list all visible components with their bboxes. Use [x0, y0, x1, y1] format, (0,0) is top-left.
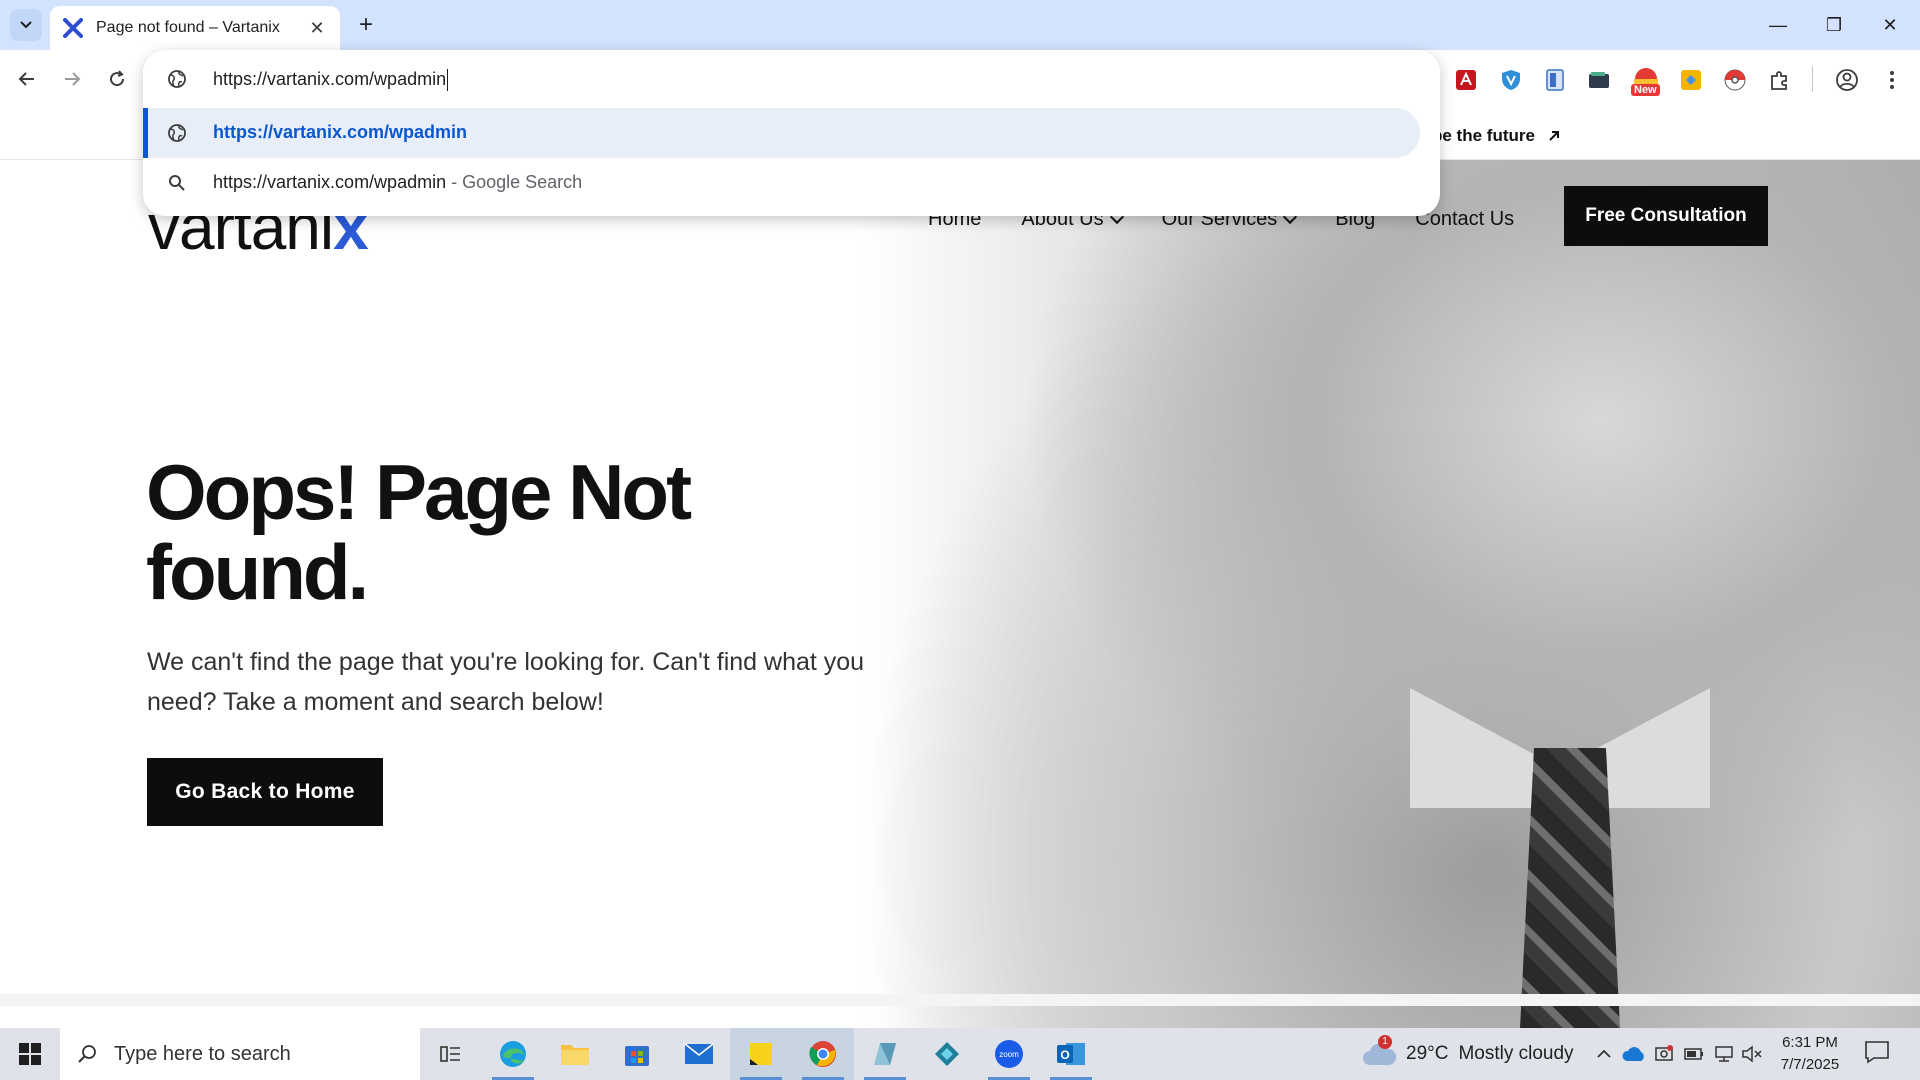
svg-text:O: O: [1060, 1048, 1069, 1062]
globe-icon: [168, 70, 186, 88]
sticky-notes-icon: [750, 1043, 772, 1065]
tab-search-button[interactable]: [10, 9, 42, 41]
vartanix-x-icon: [62, 17, 84, 39]
forward-button[interactable]: [55, 62, 89, 96]
wallet-icon[interactable]: [1585, 66, 1613, 94]
weather-badge: 1: [1378, 1035, 1392, 1049]
close-window-button[interactable]: ✕: [1870, 8, 1910, 42]
suggestion-item[interactable]: https://vartanix.com/wpadmin - Google Se…: [143, 158, 1420, 208]
search-icon: [78, 1045, 96, 1063]
omnibox-dropdown: https://vartanix.com/wpadmin https://var…: [143, 50, 1440, 216]
outlook-icon: O: [1057, 1043, 1085, 1065]
taskbar-sticky-notes[interactable]: [730, 1028, 792, 1080]
suggestion-url: https://vartanix.com/wpadmin: [213, 122, 468, 142]
taskbar: Type here to search zoom O 1 29°C Mostly…: [0, 1028, 1920, 1080]
hero-image: [860, 160, 1920, 1028]
document-icon[interactable]: [1541, 66, 1569, 94]
arrow-up-right-icon: [1549, 131, 1559, 141]
toolbar-divider: [1812, 66, 1813, 92]
suggestion-search-text: https://vartanix.com/wpadmin - Google Se…: [213, 172, 582, 193]
address-bar[interactable]: https://vartanix.com/wpadmin: [143, 50, 1440, 108]
address-input[interactable]: https://vartanix.com/wpadmin: [213, 69, 449, 92]
chrome-icon: [809, 1041, 836, 1067]
taskbar-file-explorer[interactable]: [544, 1028, 606, 1080]
chevron-up-icon[interactable]: [1592, 1042, 1616, 1066]
forward-arrow-icon: [65, 72, 81, 86]
go-back-home-button[interactable]: Go Back to Home: [147, 758, 383, 826]
cloud-icon: 1: [1362, 1035, 1397, 1067]
web-page: be the future vartanix Home About Us Our…: [0, 108, 1920, 1028]
new-badge-icon[interactable]: New: [1630, 66, 1662, 96]
close-tab-icon[interactable]: ✕: [306, 17, 328, 39]
network-icon[interactable]: [1712, 1042, 1736, 1066]
suggestion-item[interactable]: https://vartanix.com/wpadmin: [143, 108, 1420, 158]
suggestion-suffix: - Google Search: [446, 172, 583, 192]
weather-condition: Mostly cloudy: [1458, 1043, 1574, 1064]
restore-button[interactable]: ❐: [1814, 8, 1854, 42]
new-badge-label: New: [1631, 84, 1660, 96]
free-consultation-button[interactable]: Free Consultation: [1564, 186, 1768, 246]
clock-time: 6:31 PM: [1782, 1034, 1838, 1051]
volume-muted-icon[interactable]: [1740, 1042, 1764, 1066]
task-view-icon: [440, 1046, 460, 1062]
back-arrow-icon: [18, 72, 34, 86]
taskbar-app-diamond[interactable]: [916, 1028, 978, 1080]
page-footer-strip: [0, 994, 1920, 1006]
taskbar-zoom[interactable]: zoom: [978, 1028, 1040, 1080]
address-value: https://vartanix.com/wpadmin: [213, 69, 447, 89]
task-view-button[interactable]: [420, 1028, 482, 1080]
search-icon: [169, 175, 185, 191]
back-button[interactable]: [10, 62, 44, 96]
puzzle-icon[interactable]: [1766, 66, 1794, 94]
selection-indicator: [143, 108, 148, 158]
taskbar-search[interactable]: Type here to search: [60, 1028, 420, 1080]
new-tab-button[interactable]: +: [352, 11, 380, 39]
keep-icon[interactable]: [1677, 66, 1705, 94]
taskbar-search-placeholder: Type here to search: [114, 1042, 291, 1065]
taskbar-chrome[interactable]: [792, 1028, 854, 1080]
store-icon: [625, 1046, 649, 1066]
hero-description: We can't find the page that you're looki…: [147, 648, 865, 716]
taskbar-edge[interactable]: [482, 1028, 544, 1080]
paper-icon: [874, 1043, 896, 1065]
globe-icon: [168, 124, 186, 142]
weather-widget[interactable]: 1 29°C Mostly cloudy: [1362, 1028, 1574, 1080]
folder-icon: [561, 1045, 589, 1065]
edge-icon: [500, 1041, 526, 1067]
weather-temp: 29°C: [1406, 1043, 1449, 1064]
pokeball-icon[interactable]: [1721, 66, 1749, 94]
browser-tab[interactable]: Page not found – Vartanix ✕: [50, 6, 340, 50]
taskbar-clock[interactable]: 6:31 PM 7/7/2025: [1770, 1032, 1850, 1076]
text-caret: [447, 69, 449, 92]
page-title: Oops! Page Not found.: [146, 448, 692, 616]
diamond-app-icon: [935, 1042, 959, 1066]
acrobat-icon[interactable]: [1452, 66, 1480, 94]
taskbar-app-paper[interactable]: [854, 1028, 916, 1080]
tab-title: Page not found – Vartanix: [96, 19, 280, 36]
onedrive-icon[interactable]: [1622, 1042, 1646, 1066]
tab-strip: Page not found – Vartanix ✕ + — ❐ ✕: [0, 0, 1920, 50]
chevron-down-icon: [20, 21, 32, 29]
shield-icon[interactable]: [1497, 66, 1525, 94]
profile-avatar-icon[interactable]: [1833, 66, 1861, 94]
zoom-icon: zoom: [995, 1040, 1023, 1068]
menu-kebab-icon[interactable]: [1878, 66, 1906, 94]
svg-text:zoom: zoom: [999, 1050, 1019, 1059]
notification-center-icon[interactable]: [1864, 1040, 1894, 1068]
windows-logo-icon: [19, 1043, 41, 1065]
clock-date: 7/7/2025: [1780, 1056, 1840, 1073]
minimize-button[interactable]: —: [1758, 8, 1798, 42]
start-button[interactable]: [0, 1028, 60, 1080]
taskbar-mail[interactable]: [668, 1028, 730, 1080]
announcement-link[interactable]: be the future: [1432, 126, 1561, 146]
suggestion-query: https://vartanix.com/wpadmin: [213, 172, 447, 192]
security-icon[interactable]: [1652, 1042, 1676, 1066]
reload-icon: [110, 70, 125, 87]
taskbar-store[interactable]: [606, 1028, 668, 1080]
reload-button[interactable]: [100, 62, 134, 96]
mail-icon: [684, 1043, 714, 1064]
battery-icon[interactable]: [1682, 1042, 1706, 1066]
announcement-text: be the future: [1432, 126, 1535, 145]
taskbar-outlook[interactable]: O: [1040, 1028, 1102, 1080]
